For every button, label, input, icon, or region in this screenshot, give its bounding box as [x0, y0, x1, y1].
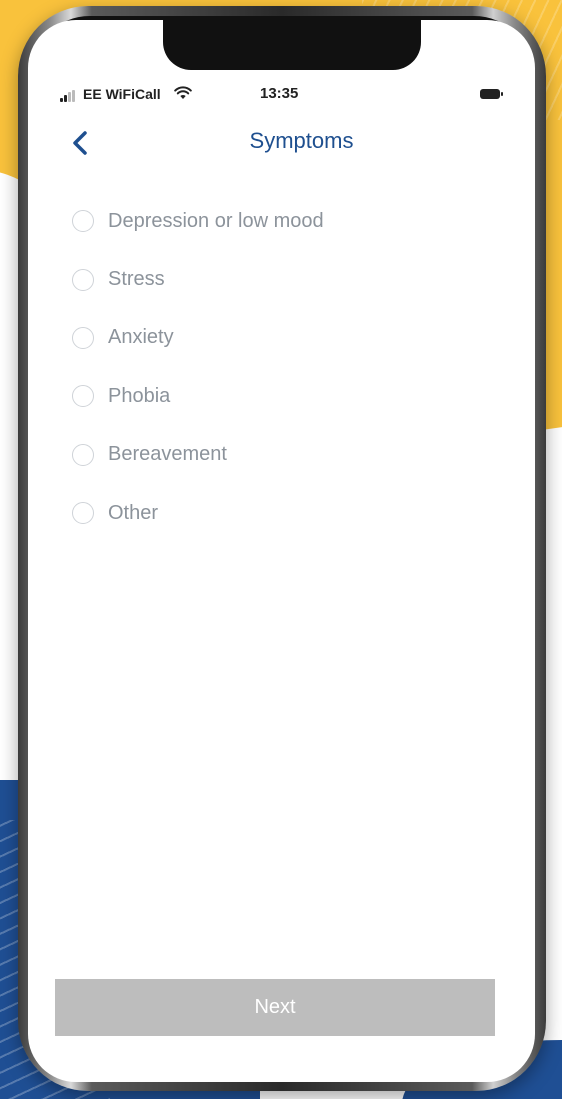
- option-label: Bereavement: [108, 443, 227, 466]
- option-anxiety[interactable]: Anxiety: [72, 309, 492, 367]
- radio-button[interactable]: [72, 326, 94, 349]
- symptom-options-list: Depression or low mood Stress Anxiety Ph…: [72, 192, 492, 542]
- option-label: Anxiety: [108, 326, 174, 349]
- radio-button[interactable]: [72, 443, 94, 466]
- option-label: Depression or low mood: [108, 209, 324, 232]
- status-bar: EE WiFiCall 13:35: [28, 82, 535, 106]
- radio-button[interactable]: [72, 385, 94, 408]
- option-label: Phobia: [108, 384, 171, 407]
- status-time: 13:35: [260, 85, 299, 102]
- option-phobia[interactable]: Phobia: [72, 367, 492, 425]
- option-label: Other: [108, 501, 159, 524]
- radio-button[interactable]: [72, 268, 94, 291]
- next-button[interactable]: Next: [55, 979, 495, 1036]
- option-stress[interactable]: Stress: [72, 250, 492, 308]
- stage: EE WiFiCall 13:35 Symptoms Depression or…: [0, 0, 562, 1099]
- option-label: Stress: [108, 268, 165, 291]
- radio-button[interactable]: [72, 210, 94, 233]
- nav-bar: Symptoms: [28, 124, 535, 164]
- radio-button[interactable]: [72, 502, 94, 525]
- battery-icon: [480, 89, 503, 99]
- option-other[interactable]: Other: [72, 484, 492, 542]
- phone-screen: EE WiFiCall 13:35 Symptoms Depression or…: [28, 20, 535, 1082]
- option-depression[interactable]: Depression or low mood: [72, 192, 492, 250]
- page-title: Symptoms: [249, 128, 354, 153]
- carrier-name: EE WiFiCall: [83, 86, 161, 102]
- option-bereavement[interactable]: Bereavement: [72, 426, 492, 484]
- signal-bars-icon: [60, 90, 78, 102]
- phone-notch: [163, 20, 421, 70]
- wifi-icon: [174, 86, 192, 99]
